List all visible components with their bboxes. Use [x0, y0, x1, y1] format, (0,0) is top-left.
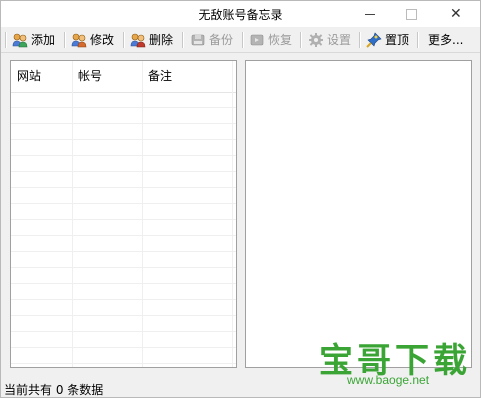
restore-label: 恢复: [268, 33, 293, 47]
grid-row-line: [11, 187, 236, 188]
account-list[interactable]: 网站 帐号 备注: [10, 60, 237, 368]
grid-row-line: [11, 267, 236, 268]
grid-row-line: [11, 299, 236, 300]
toolbar-separator: [5, 32, 7, 48]
column-header-label: 帐号: [78, 69, 103, 83]
grid-row-line: [11, 283, 236, 284]
detail-panel[interactable]: [245, 60, 472, 368]
delete-label: 删除: [149, 33, 174, 47]
grid-row-line: [11, 155, 236, 156]
grid-row-line: [11, 315, 236, 316]
add-button[interactable]: 添加: [12, 30, 55, 49]
toolbar-separator: [182, 32, 184, 48]
close-button[interactable]: ✕: [439, 1, 473, 27]
grid-row-line: [11, 123, 236, 124]
column-header-website[interactable]: 网站: [11, 61, 72, 92]
toolbar-separator: [359, 32, 361, 48]
backup-label: 备份: [209, 33, 234, 47]
more-button[interactable]: 更多...: [428, 30, 463, 49]
restore-button[interactable]: 恢复: [249, 30, 292, 49]
maximize-icon: [406, 9, 417, 20]
settings-button[interactable]: 设置: [308, 30, 351, 49]
toolbar-separator: [64, 32, 66, 48]
pin-icon: [366, 31, 382, 48]
toolbar-separator: [417, 32, 419, 48]
grid-row-line: [11, 203, 236, 204]
toolbar-separator: [123, 32, 125, 48]
edit-label: 修改: [90, 33, 115, 47]
close-icon: ✕: [450, 6, 462, 22]
delete-user-icon: [130, 32, 146, 48]
grid-row-line: [11, 171, 236, 172]
add-user-icon: [12, 32, 28, 48]
backup-button[interactable]: 备份: [190, 30, 233, 49]
list-header: 网站 帐号 备注: [11, 61, 236, 93]
grid-row-line: [11, 235, 236, 236]
record-count-text: 当前共有 0 条数据: [4, 383, 104, 397]
maximize-button[interactable]: [394, 1, 428, 27]
grid-row-line: [11, 347, 236, 348]
watermark-url: www.baoge.net: [347, 373, 430, 387]
column-header-label: 备注: [148, 69, 173, 83]
gear-icon: [308, 32, 324, 48]
column-header-note[interactable]: 备注: [142, 61, 232, 92]
grid-row-line: [11, 219, 236, 220]
minimize-button[interactable]: [353, 1, 387, 27]
grid-row-line: [11, 331, 236, 332]
toolbar-separator: [242, 32, 244, 48]
toolbar: 添加 修改 删除 备份 恢复 设置 置顶 更多...: [1, 27, 480, 53]
grid-row-line: [11, 363, 236, 364]
edit-button[interactable]: 修改: [71, 30, 114, 49]
grid-row-line: [11, 107, 236, 108]
minimize-icon: [365, 14, 375, 15]
column-header-account[interactable]: 帐号: [72, 61, 142, 92]
more-label: 更多...: [428, 33, 464, 47]
app-window: 无敌账号备忘录 ✕ 添加 修改 删除 备份 恢复 设置 置顶 更多... 网站 …: [0, 0, 481, 398]
title-bar: 无敌账号备忘录 ✕: [1, 1, 480, 27]
pin-label: 置顶: [385, 33, 410, 47]
delete-button[interactable]: 删除: [130, 30, 173, 49]
grid-row-line: [11, 139, 236, 140]
grid-row-line: [11, 251, 236, 252]
edit-user-icon: [71, 32, 87, 48]
toolbar-separator: [300, 32, 302, 48]
watermark-logo: 宝哥下载 www.baoge.net: [319, 333, 467, 393]
column-header-label: 网站: [17, 69, 42, 83]
settings-label: 设置: [327, 33, 352, 47]
pin-top-button[interactable]: 置顶: [366, 30, 409, 49]
add-label: 添加: [31, 33, 56, 47]
backup-icon: [190, 32, 206, 48]
restore-icon: [249, 32, 265, 48]
